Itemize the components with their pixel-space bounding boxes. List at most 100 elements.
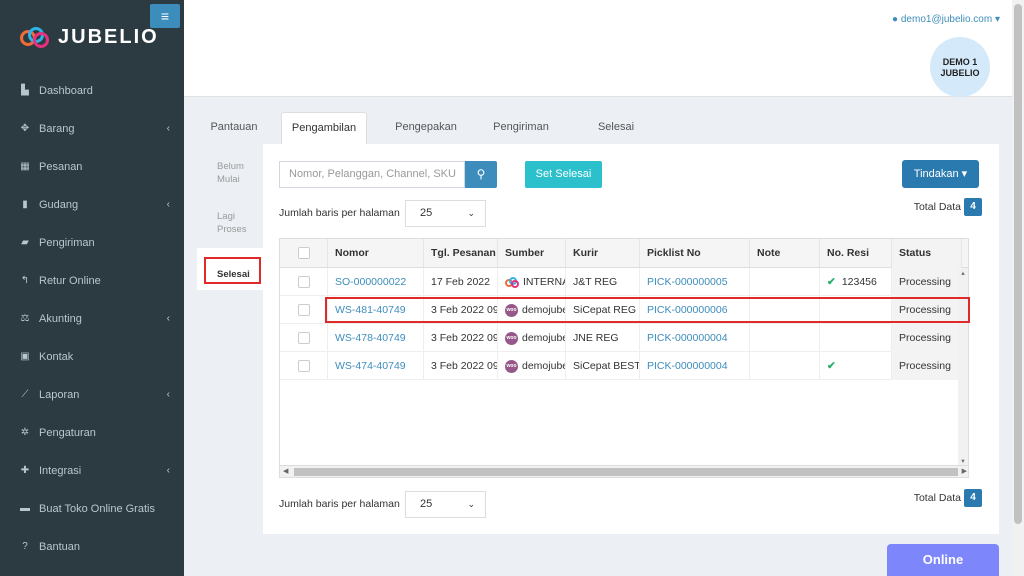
- set-selesai-button[interactable]: Set Selesai: [525, 161, 602, 188]
- cell-picklist-no[interactable]: PICK-000000004: [640, 352, 750, 380]
- sidebar-item-dashboard[interactable]: ▙ Dashboard: [0, 72, 184, 110]
- cell-nomor-text[interactable]: WS-474-40749: [335, 360, 406, 372]
- cell-picklist-no[interactable]: PICK-000000004: [640, 324, 750, 352]
- table-horizontal-scrollbar[interactable]: ◀ ▶: [280, 465, 968, 477]
- cloud-icon: [505, 277, 519, 289]
- sidebar-item-label: Bantuan: [39, 541, 80, 553]
- check-icon: ✔: [827, 360, 836, 372]
- caret-down-icon: ▾: [994, 14, 1000, 25]
- highlight-selesai-tab: [204, 257, 261, 284]
- row-checkbox[interactable]: [298, 276, 310, 288]
- page-scrollbar-thumb[interactable]: [1014, 4, 1022, 524]
- brand-logo[interactable]: JUBELIO: [20, 26, 159, 49]
- sidebar-item-barang[interactable]: ✥ Barang ‹: [0, 110, 184, 148]
- cell-nomor-text[interactable]: WS-478-40749: [335, 332, 406, 344]
- rows-per-page-select-bottom[interactable]: 25 ⌄: [405, 491, 486, 518]
- tindakan-button[interactable]: Tindakan ▾: [902, 160, 979, 188]
- col-extra[interactable]: I: [962, 239, 968, 268]
- tab-pantauan[interactable]: Pantauan: [204, 112, 264, 144]
- page-scrollbar[interactable]: [1012, 0, 1024, 576]
- col-nomor[interactable]: Nomor: [328, 239, 424, 268]
- side-tab-label: Proses: [217, 224, 247, 235]
- select-all-checkbox[interactable]: [298, 247, 310, 259]
- side-tab-lagi-proses[interactable]: Lagi Proses: [197, 194, 263, 248]
- row-checkbox[interactable]: [298, 332, 310, 344]
- sidebar-item-label: Pesanan: [39, 161, 83, 173]
- logo-area: JUBELIO ≡: [0, 0, 184, 72]
- sidebar-item-akunting[interactable]: ⚖ Akunting ‹: [0, 300, 184, 338]
- side-tab-belum-mulai[interactable]: Belum Mulai: [197, 144, 263, 194]
- menu-toggle-button[interactable]: ≡: [150, 4, 180, 28]
- sidebar-item-integrasi[interactable]: ✚ Integrasi ‹: [0, 452, 184, 490]
- col-status[interactable]: Status: [892, 239, 962, 268]
- sidebar-item-retur-online[interactable]: ↰ Retur Online: [0, 262, 184, 300]
- cell-tgl-pesanan-text: 17 Feb 2022: [431, 276, 490, 288]
- cell-sumber-text: INTERNAL: [523, 276, 565, 288]
- cogs-icon: ✲: [20, 427, 30, 438]
- sidebar-item-kontak[interactable]: ▣ Kontak: [0, 338, 184, 376]
- sidebar: JUBELIO ≡ ▙ Dashboard ✥ Barang ‹ ▦ Pesanan ▮ Gud…: [0, 0, 184, 576]
- table-row[interactable]: SO-000000022 17 Feb 2022 INTERNAL J&T REG PI…: [280, 268, 968, 296]
- cell-kurir: SiCepat BEST: [566, 352, 640, 380]
- cell-picklist-no-text[interactable]: PICK-000000005: [647, 276, 728, 288]
- row-select-cell: [280, 352, 328, 380]
- cell-nomor[interactable]: SO-000000022: [328, 268, 424, 296]
- col-picklist-no[interactable]: Picklist No: [640, 239, 750, 268]
- sidebar-item-pengaturan[interactable]: ✲ Pengaturan: [0, 414, 184, 452]
- tab-selesai[interactable]: Selesai: [581, 112, 651, 144]
- chevron-left-icon: ‹: [166, 389, 170, 400]
- cubes-icon: ✥: [20, 123, 30, 134]
- cell-nomor-text[interactable]: SO-000000022: [335, 276, 406, 288]
- cell-tgl-pesanan-text: 3 Feb 2022 09: [431, 332, 498, 344]
- cell-nomor[interactable]: WS-474-40749: [328, 352, 424, 380]
- scroll-right-icon[interactable]: ▶: [962, 466, 967, 477]
- chevron-left-icon: ‹: [166, 199, 170, 210]
- cell-nomor[interactable]: WS-478-40749: [328, 324, 424, 352]
- avatar[interactable]: DEMO 1 JUBELIO: [930, 37, 990, 97]
- chevron-left-icon: ‹: [166, 313, 170, 324]
- row-select-cell: [280, 296, 328, 324]
- sidebar-item-label: Kontak: [39, 351, 74, 363]
- online-chat-button[interactable]: Online: [887, 544, 999, 576]
- sidebar-item-label: Integrasi: [39, 465, 82, 477]
- content-panel: Nomor, Pelanggan, Channel, SKU ⚲ Set Sel…: [263, 144, 999, 534]
- scroll-left-icon[interactable]: ◀: [283, 466, 288, 477]
- highlight-row: [325, 297, 970, 323]
- table-row[interactable]: WS-474-40749 3 Feb 2022 09 woo demojube SiCe…: [280, 352, 968, 380]
- total-data-label: Total Data: [913, 201, 961, 213]
- side-tab-label: Lagi: [217, 211, 235, 222]
- sidebar-item-gudang[interactable]: ▮ Gudang ‹: [0, 186, 184, 224]
- tab-pengiriman[interactable]: Pengiriman: [489, 112, 553, 144]
- col-tgl-pesanan[interactable]: Tgl. Pesanan: [424, 239, 498, 268]
- line-chart-icon: ⟋: [21, 389, 29, 400]
- sidebar-item-pengiriman[interactable]: ▰ Pengiriman: [0, 224, 184, 262]
- sidebar-item-bantuan[interactable]: ? Bantuan: [0, 528, 184, 566]
- scroll-up-icon[interactable]: ▲: [960, 271, 966, 277]
- cell-picklist-no[interactable]: PICK-000000005: [640, 268, 750, 296]
- sidebar-item-pesanan[interactable]: ▦ Pesanan: [0, 148, 184, 186]
- row-checkbox[interactable]: [298, 304, 310, 316]
- col-note[interactable]: Note: [750, 239, 820, 268]
- sidebar-item-label: Dashboard: [39, 85, 93, 97]
- cell-picklist-no-text[interactable]: PICK-000000004: [647, 332, 728, 344]
- col-kurir[interactable]: Kurir: [566, 239, 640, 268]
- cell-picklist-no-text[interactable]: PICK-000000004: [647, 360, 728, 372]
- cell-kurir: J&T REG: [566, 268, 640, 296]
- sidebar-item-label: Retur Online: [39, 275, 101, 287]
- user-menu[interactable]: ● demo1@jubelio.com ▾: [892, 14, 1000, 25]
- cell-tgl-pesanan: 3 Feb 2022 09: [424, 352, 498, 380]
- table-scroll-thumb[interactable]: [294, 468, 958, 476]
- table-row[interactable]: WS-478-40749 3 Feb 2022 09 woo demojube JNE …: [280, 324, 968, 352]
- col-no-resi[interactable]: No. Resi: [820, 239, 892, 268]
- row-checkbox[interactable]: [298, 360, 310, 372]
- tab-pengambilan[interactable]: Pengambilan: [281, 112, 367, 144]
- sidebar-item-laporan[interactable]: ⟋ Laporan ‹: [0, 376, 184, 414]
- chevron-down-icon: ⌄: [467, 499, 475, 509]
- sidebar-item-buat-toko-online-gratis[interactable]: ▬ Buat Toko Online Gratis: [0, 490, 184, 528]
- tab-pengepakan[interactable]: Pengepakan: [391, 112, 461, 144]
- col-sumber[interactable]: Sumber: [498, 239, 566, 268]
- search-button[interactable]: ⚲: [465, 161, 497, 188]
- search-input[interactable]: Nomor, Pelanggan, Channel, SKU: [279, 161, 465, 188]
- total-data-badge-bottom: 4: [964, 489, 982, 507]
- rows-per-page-select[interactable]: 25 ⌄: [405, 200, 486, 227]
